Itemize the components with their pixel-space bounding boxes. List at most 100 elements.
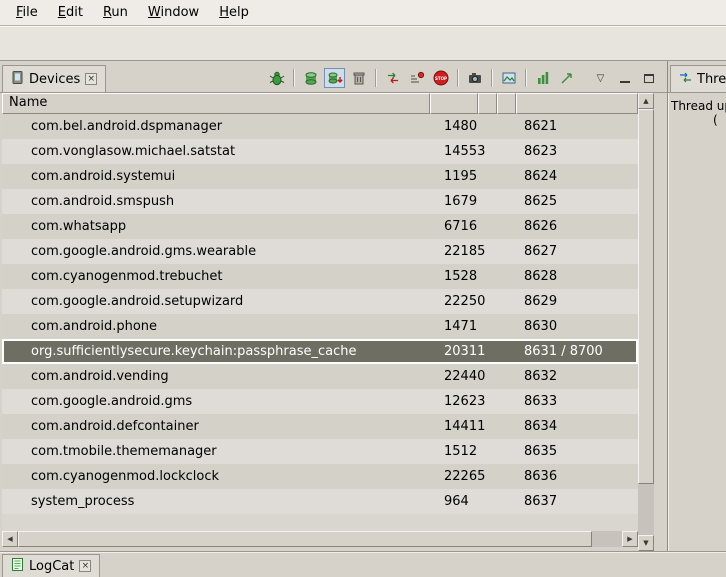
table-row[interactable]: com.google.android.gms.wearable 22185 86… [2,239,638,264]
device-port-cell: 8621 [516,119,638,134]
device-name-cell: com.android.phone [2,319,430,334]
table-row[interactable]: com.google.android.gms 12623 8633 [2,389,638,414]
column-header-pid[interactable] [430,93,478,114]
device-pid-cell: 22440 [430,369,478,384]
device-pid-cell: 1480 [430,119,478,134]
device-port-cell: 8623 [516,144,638,159]
debug-process-icon[interactable] [266,68,287,88]
menu-help[interactable]: Help [209,0,259,25]
threads-message: Thread up ( [668,93,726,133]
maximize-icon[interactable] [638,68,659,88]
device-name-cell: com.cyanogenmod.lockclock [2,469,430,484]
table-row[interactable]: com.tmobile.thememanager 1512 8635 [2,439,638,464]
device-name-cell: com.google.android.gms.wearable [2,244,430,259]
dump-hprof-icon[interactable] [324,68,345,88]
stop-process-icon[interactable]: STOP [430,68,451,88]
device-port-cell: 8625 [516,194,638,209]
vertical-scrollbar[interactable]: ▲ ▼ [638,93,654,551]
update-heap-icon[interactable] [300,68,321,88]
tab-logcat[interactable]: LogCat × [2,554,100,577]
tab-logcat-label: LogCat [29,559,74,574]
close-icon[interactable]: × [79,560,91,572]
update-threads-icon[interactable] [382,68,403,88]
method-profiling-icon[interactable] [406,68,427,88]
hierarchy-view-icon[interactable] [532,68,553,88]
scroll-left-icon[interactable]: ◀ [2,531,18,547]
device-pid-cell: 22185 [430,244,478,259]
device-pid-cell: 12623 [430,394,478,409]
table-row[interactable]: com.cyanogenmod.lockclock 22265 8636 [2,464,638,489]
column-header-port[interactable] [516,93,638,114]
tab-threads-label: Threa [697,72,726,87]
minimize-icon[interactable] [614,68,635,88]
table-row[interactable]: com.whatsapp 6716 8626 [2,214,638,239]
device-port-cell: 8632 [516,369,638,384]
menu-edit[interactable]: Edit [48,0,93,25]
table-row[interactable]: com.android.smspush 1679 8625 [2,189,638,214]
threads-icon [679,71,692,88]
column-header-name[interactable]: Name [2,93,430,114]
column-header-blank1[interactable] [478,93,497,114]
close-icon[interactable]: × [85,73,97,85]
device-name-cell: com.android.systemui [2,169,430,184]
device-name-cell: com.cyanogenmod.trebuchet [2,269,430,284]
device-pid-cell: 1528 [430,269,478,284]
scroll-up-icon[interactable]: ▲ [638,93,654,109]
cause-gc-icon[interactable] [348,68,369,88]
column-header-blank2[interactable] [497,93,516,114]
device-pid-cell: 1195 [430,169,478,184]
table-row[interactable]: org.sufficientlysecure.keychain:passphra… [2,339,638,364]
toolbar-separator [491,69,492,87]
table-row[interactable]: com.android.defcontainer 14411 8634 [2,414,638,439]
device-pid-cell: 1679 [430,194,478,209]
toolbar-separator [375,69,376,87]
threads-tabbar: Threa [668,61,726,93]
device-port-cell: 8636 [516,469,638,484]
device-port-cell: 8635 [516,444,638,459]
device-table-header: Name [2,93,638,114]
menu-run[interactable]: Run [93,0,138,25]
device-pid-cell: 1512 [430,444,478,459]
menu-file[interactable]: File [6,0,48,25]
device-pid-cell: 14553 [430,144,478,159]
device-icon [11,71,24,88]
menu-window[interactable]: Window [138,0,209,25]
system-info-icon[interactable] [498,68,519,88]
device-name-cell: com.tmobile.thememanager [2,444,430,459]
device-table-rows: com.bel.android.dspmanager 1480 8621 com… [2,114,638,531]
table-row[interactable]: com.google.android.setupwizard 22250 862… [2,289,638,314]
horizontal-scrollbar[interactable]: ◀ ▶ [2,531,638,547]
scroll-right-icon[interactable]: ▶ [622,531,638,547]
tracer-icon[interactable] [556,68,577,88]
table-row[interactable]: com.vonglasow.michael.satstat 14553 8623 [2,139,638,164]
table-row[interactable]: com.android.vending 22440 8632 [2,364,638,389]
tab-threads[interactable]: Threa [670,65,726,92]
device-port-cell: 8626 [516,219,638,234]
device-pid-cell: 6716 [430,219,478,234]
table-row[interactable]: com.bel.android.dspmanager 1480 8621 [2,114,638,139]
device-name-cell: com.bel.android.dspmanager [2,119,430,134]
logcat-bar: LogCat × [0,551,726,577]
table-row[interactable]: com.cyanogenmod.trebuchet 1528 8628 [2,264,638,289]
tab-devices-label: Devices [29,72,80,87]
device-port-cell: 8637 [516,494,638,509]
main-toolbar-strip [0,26,726,61]
device-port-cell: 8630 [516,319,638,334]
device-name-cell: com.android.smspush [2,194,430,209]
main-area: Devices × [0,61,726,551]
view-menu-icon[interactable]: ▽ [590,68,611,88]
horizontal-scrollbar-thumb[interactable] [18,531,592,547]
device-name-cell: system_process [2,494,430,509]
scroll-down-icon[interactable]: ▼ [638,535,654,551]
screen-capture-icon[interactable] [464,68,485,88]
vertical-scrollbar-thumb[interactable] [638,109,654,484]
table-row[interactable]: com.android.systemui 1195 8624 [2,164,638,189]
table-row[interactable]: com.android.phone 1471 8630 [2,314,638,339]
table-row[interactable]: system_process 964 8637 [2,489,638,514]
device-name-cell: com.android.defcontainer [2,419,430,434]
tab-devices[interactable]: Devices × [2,65,106,92]
device-pid-cell: 20311 [430,344,478,359]
menubar: File Edit Run Window Help [0,0,726,26]
devices-panel: Devices × [0,61,667,551]
logcat-icon [11,558,24,575]
